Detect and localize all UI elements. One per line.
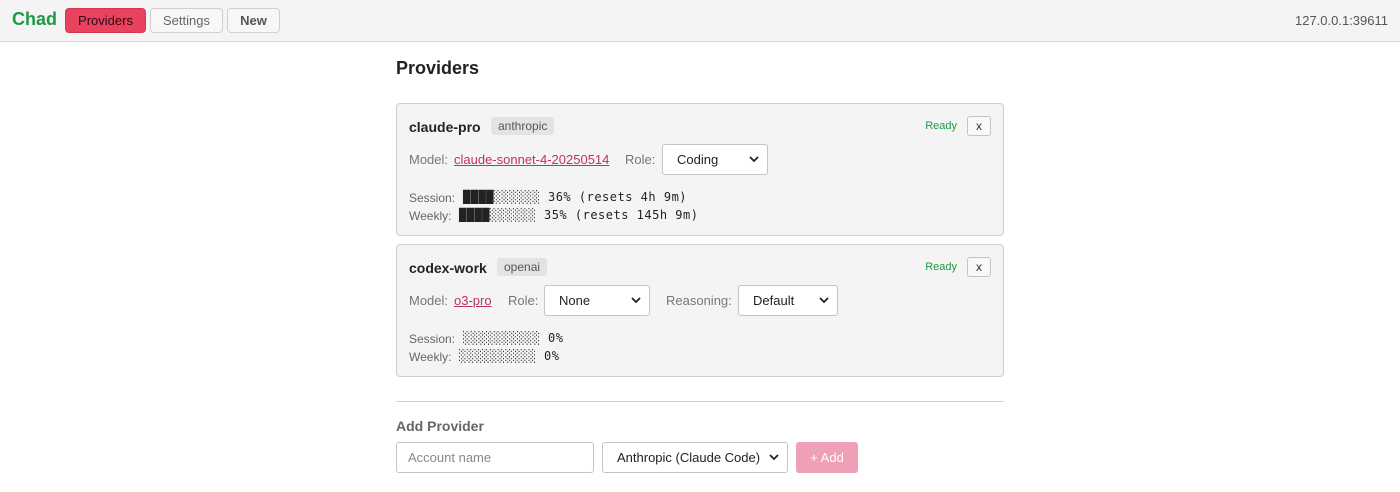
- page-title: Providers: [396, 58, 480, 78]
- reasoning-select-value: Default: [753, 293, 795, 308]
- nav-settings-button[interactable]: Settings: [150, 8, 223, 33]
- nav-new-button[interactable]: New: [227, 8, 280, 33]
- model-label: Model:: [409, 152, 449, 167]
- weekly-label: Weekly:: [409, 209, 452, 223]
- top-bar: Chad Providers Settings New 127.0.0.1:39…: [0, 0, 1400, 42]
- role-label: Role:: [625, 152, 656, 167]
- status-badge: Ready: [925, 261, 957, 273]
- provider-type-badge: anthropic: [491, 117, 555, 135]
- session-usage: ████░░░░░░ 36% (resets 4h 9m): [463, 190, 687, 204]
- reasoning-label: Reasoning:: [666, 293, 732, 308]
- provider-card-claude-pro: claude-pro anthropic Ready x Model: clau…: [396, 103, 1004, 236]
- model-label: Model:: [409, 293, 449, 308]
- chevron-down-icon: [819, 297, 829, 304]
- role-select[interactable]: Coding: [662, 144, 768, 175]
- role-select-value: Coding: [677, 152, 719, 167]
- role-select-value: None: [559, 293, 591, 308]
- nav-providers-button[interactable]: Providers: [65, 8, 146, 33]
- weekly-usage-bar: ░░░░░░░░░░: [459, 349, 537, 363]
- weekly-usage-bar: ████░░░░░░: [459, 208, 537, 222]
- provider-name: codex-work: [409, 260, 487, 276]
- server-address: 127.0.0.1:39611: [1294, 13, 1388, 28]
- session-usage-text: 36% (resets 4h 9m): [547, 190, 688, 204]
- role-label: Role:: [508, 293, 539, 308]
- chevron-down-icon: [749, 156, 759, 163]
- chevron-down-icon: [769, 454, 779, 461]
- role-select[interactable]: None: [544, 285, 650, 316]
- session-usage-bar: ░░░░░░░░░░: [463, 331, 541, 345]
- weekly-usage: ████░░░░░░ 35% (resets 145h 9m): [459, 208, 698, 222]
- status-badge: Ready: [925, 120, 957, 132]
- weekly-label: Weekly:: [409, 350, 452, 364]
- model-link[interactable]: o3-pro: [454, 293, 492, 308]
- weekly-usage-text: 35% (resets 145h 9m): [543, 208, 699, 222]
- session-usage-text: 0%: [547, 331, 564, 345]
- session-label: Session:: [409, 191, 456, 205]
- session-label: Session:: [409, 332, 456, 346]
- weekly-usage: ░░░░░░░░░░ 0%: [459, 349, 559, 363]
- reasoning-select[interactable]: Default: [738, 285, 838, 316]
- provider-card-codex-work: codex-work openai Ready x Model: o3-pro …: [396, 244, 1004, 377]
- provider-type-select[interactable]: Anthropic (Claude Code): [602, 442, 788, 473]
- add-provider-button[interactable]: + Add: [796, 442, 858, 473]
- provider-type-badge: openai: [497, 258, 548, 276]
- provider-name: claude-pro: [409, 119, 481, 135]
- session-usage-bar: ████░░░░░░: [463, 190, 541, 204]
- app-brand[interactable]: Chad: [12, 9, 57, 30]
- model-link[interactable]: claude-sonnet-4-20250514: [454, 152, 609, 167]
- session-usage: ░░░░░░░░░░ 0%: [463, 331, 563, 345]
- remove-provider-button[interactable]: x: [967, 257, 991, 277]
- provider-type-select-value: Anthropic (Claude Code): [617, 450, 761, 465]
- weekly-usage-text: 0%: [543, 349, 560, 363]
- chevron-down-icon: [631, 297, 641, 304]
- add-provider-title: Add Provider: [396, 418, 484, 434]
- remove-provider-button[interactable]: x: [967, 116, 991, 136]
- section-divider: [396, 401, 1004, 402]
- account-name-input[interactable]: [396, 442, 594, 473]
